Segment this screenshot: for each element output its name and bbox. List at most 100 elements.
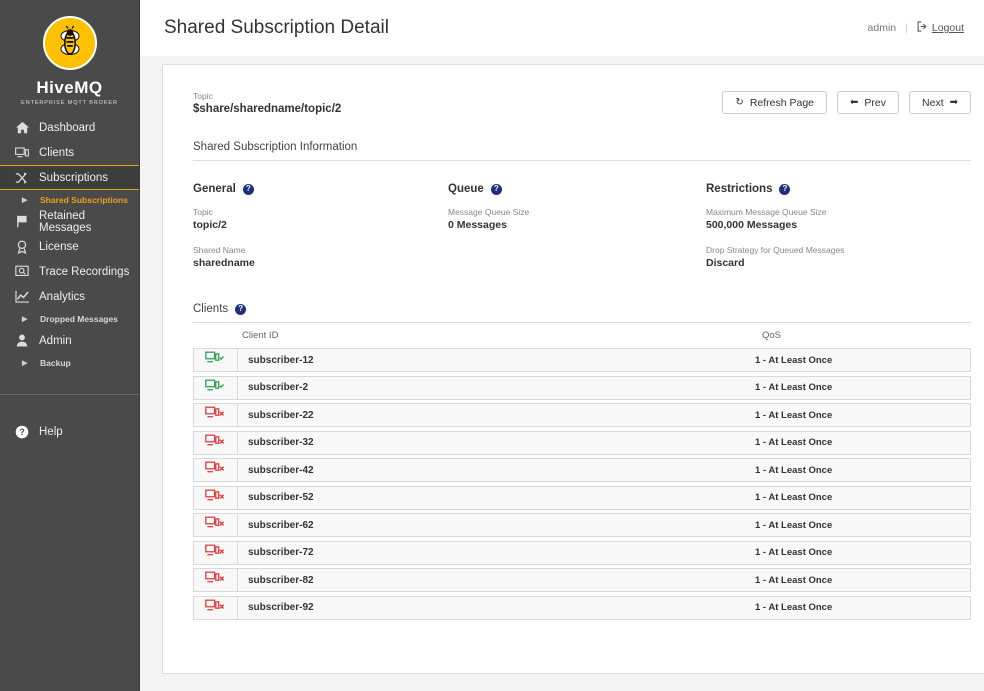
logout-button[interactable]: Logout	[917, 21, 964, 35]
general-shared-name-field: Shared Name sharedname	[193, 245, 448, 269]
general-topic-field: Topic topic/2	[193, 207, 448, 231]
detail-card: Topic $share/sharedname/topic/2 ↻ Refres…	[162, 64, 984, 674]
info-columns: General ? Topic topic/2 Shared Name shar…	[193, 183, 971, 283]
sidebar-nav: Dashboard Clients Subscriptions ▶ Shared…	[0, 115, 139, 447]
client-id-cell: subscriber-72	[248, 547, 314, 558]
column-header-qos: QoS	[762, 330, 782, 341]
help-circle-icon: ?	[12, 425, 32, 439]
sidebar-item-label: Clients	[39, 146, 75, 159]
device-disconnected-icon	[205, 599, 226, 617]
sidebar-item-backup[interactable]: ▶ Backup	[0, 353, 139, 372]
client-id-cell: subscriber-82	[248, 574, 314, 586]
sidebar-item-clients[interactable]: Clients	[0, 140, 139, 165]
device-connected-icon	[205, 351, 226, 369]
help-circle-icon[interactable]: ?	[235, 303, 247, 315]
status-cell	[194, 349, 238, 371]
field-label: Topic	[193, 207, 213, 217]
action-buttons: ↻ Refresh Page ⬅ Prev Next ➡	[722, 91, 971, 114]
sidebar-item-shared-subscriptions[interactable]: ▶ Shared Subscriptions	[0, 190, 139, 209]
sidebar-item-admin[interactable]: Admin	[0, 328, 139, 353]
sidebar-item-label: License	[39, 240, 79, 253]
sidebar-item-retained-messages[interactable]: Retained Messages	[0, 209, 139, 234]
status-cell	[194, 404, 238, 426]
help-circle-icon[interactable]: ?	[242, 183, 254, 195]
column-header-client-id: Client ID	[242, 330, 279, 341]
queue-title: Queue ?	[448, 183, 706, 195]
table-row[interactable]: subscriber-62 1 - At Least Once	[193, 513, 971, 537]
restrictions-column: Restrictions ? Maximum Message Queue Siz…	[706, 183, 971, 283]
status-cell	[194, 376, 238, 399]
sidebar-item-license[interactable]: License	[0, 234, 139, 259]
field-value: 500,000 Messages	[706, 219, 798, 231]
prev-button[interactable]: ⬅ Prev	[837, 91, 900, 114]
refresh-page-button[interactable]: ↻ Refresh Page	[722, 91, 828, 114]
sidebar-item-label: Dashboard	[39, 121, 96, 134]
help-circle-icon[interactable]: ?	[779, 183, 791, 195]
qos-cell: 1 - At Least Once	[755, 574, 833, 586]
status-cell	[194, 431, 238, 454]
clients-table-body: subscriber-12 1 - At Least Once subscriber…	[193, 348, 971, 620]
table-row[interactable]: subscriber-22 1 - At Least Once	[193, 403, 971, 427]
sidebar-item-trace-recordings[interactable]: Trace Recordings	[0, 259, 139, 284]
status-cell	[194, 459, 238, 481]
table-row[interactable]: subscriber-42 1 - At Least Once	[193, 458, 971, 482]
sidebar-divider	[0, 394, 139, 395]
sidebar-item-help[interactable]: ? Help	[0, 417, 139, 447]
sidebar-item-subscriptions[interactable]: Subscriptions	[0, 165, 139, 190]
sidebar-item-analytics[interactable]: Analytics	[0, 284, 139, 309]
sidebar-item-label: Retained Messages	[39, 209, 92, 234]
arrow-left-icon: ⬅	[850, 96, 859, 108]
client-id-cell: subscriber-92	[248, 602, 314, 613]
table-row[interactable]: subscriber-2 1 - At Least Once	[193, 375, 971, 400]
flag-icon	[12, 215, 32, 228]
clients-title-label: Clients	[193, 303, 229, 315]
sidebar-item-label: Analytics	[39, 290, 86, 303]
qos-cell: 1 - At Least Once	[755, 492, 833, 503]
top-bar: Shared Subscription Detail admin | Logou…	[140, 0, 984, 56]
chevron-right-icon: ▶	[22, 196, 28, 204]
qos-cell: 1 - At Least Once	[755, 437, 833, 448]
arrow-right-icon: ➡	[949, 96, 958, 108]
sidebar-item-dashboard[interactable]: Dashboard	[0, 115, 139, 140]
home-icon	[12, 121, 32, 134]
monitor-icon	[12, 146, 32, 159]
field-label: Message Queue Size	[448, 207, 530, 217]
client-id-cell: subscriber-22	[248, 409, 314, 421]
help-circle-icon[interactable]: ?	[490, 183, 502, 195]
status-cell	[194, 596, 238, 619]
field-value: Discard	[706, 257, 745, 269]
device-connected-icon	[205, 379, 226, 397]
client-id-cell: subscriber-2	[248, 382, 309, 393]
clients-table-header: Client ID QoS	[193, 323, 971, 348]
drop-strategy-field: Drop Strategy for Queued Messages Discar…	[706, 245, 971, 269]
qos-cell: 1 - At Least Once	[755, 354, 833, 366]
user-area: admin | Logout	[868, 21, 964, 35]
qos-cell: 1 - At Least Once	[755, 547, 833, 558]
client-id-cell: subscriber-52	[248, 492, 314, 503]
table-row[interactable]: subscriber-32 1 - At Least Once	[193, 430, 971, 455]
bee-glyph	[60, 25, 79, 55]
next-label: Next	[922, 96, 944, 109]
table-row[interactable]: subscriber-52 1 - At Least Once	[193, 485, 971, 510]
qos-cell: 1 - At Least Once	[755, 519, 833, 531]
prev-label: Prev	[864, 96, 887, 109]
table-row[interactable]: subscriber-72 1 - At Least Once	[193, 540, 971, 565]
field-value: 0 Messages	[448, 219, 507, 231]
table-row[interactable]: subscriber-92 1 - At Least Once	[193, 595, 971, 620]
table-row[interactable]: subscriber-12 1 - At Least Once	[193, 348, 971, 372]
sidebar-item-dropped-messages[interactable]: ▶ Dropped Messages	[0, 309, 139, 328]
qos-cell: 1 - At Least Once	[755, 409, 833, 421]
table-row[interactable]: subscriber-82 1 - At Least Once	[193, 568, 971, 592]
chevron-right-icon: ▶	[22, 315, 28, 323]
app-root: HiveMQ ENTERPRISE MQTT BROKER Dashboard …	[0, 0, 984, 691]
main-area: Shared Subscription Detail admin | Logou…	[140, 0, 984, 691]
qos-cell: 1 - At Least Once	[755, 602, 833, 613]
award-icon	[12, 240, 32, 254]
sidebar-item-label: Subscriptions	[39, 171, 109, 184]
sidebar-item-label: Trace Recordings	[39, 265, 130, 278]
clients-section-title: Clients ?	[193, 303, 971, 323]
next-button[interactable]: Next ➡	[909, 91, 971, 114]
field-value: sharedname	[193, 257, 255, 269]
general-column: General ? Topic topic/2 Shared Name shar…	[193, 183, 448, 283]
max-queue-size-field: Maximum Message Queue Size 500,000 Messa…	[706, 207, 971, 231]
